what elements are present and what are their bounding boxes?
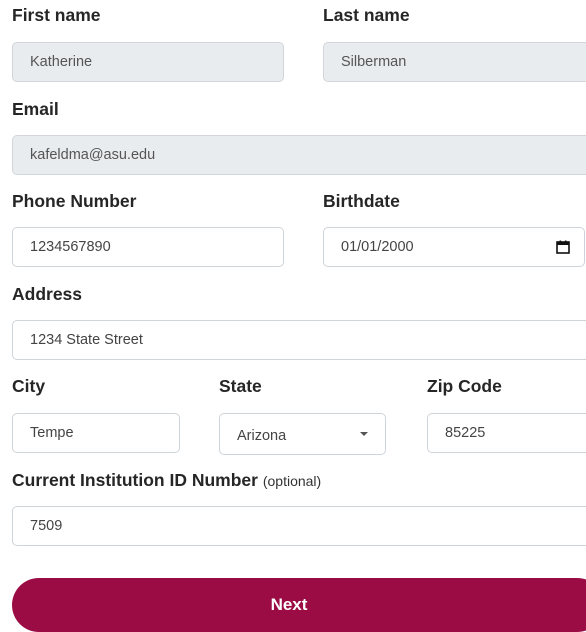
optional-note: (optional) bbox=[262, 473, 322, 489]
phone-field[interactable]: 1234567890 bbox=[12, 227, 284, 267]
first-name-value: Katherine bbox=[30, 54, 93, 70]
address-label: Address bbox=[12, 284, 83, 304]
email-field[interactable]: kafeldma@asu.edu bbox=[12, 135, 586, 175]
city-field[interactable]: Tempe bbox=[12, 413, 180, 453]
last-name-field[interactable]: Silberman bbox=[323, 42, 586, 82]
city-value: Tempe bbox=[30, 425, 74, 441]
zip-label: Zip Code bbox=[427, 376, 502, 396]
chevron-down-icon bbox=[360, 432, 368, 436]
next-button-label: Next bbox=[270, 595, 308, 614]
state-select[interactable]: Arizona bbox=[219, 413, 386, 455]
state-label: State bbox=[219, 376, 262, 396]
phone-label: Phone Number bbox=[12, 191, 137, 211]
email-value: kafeldma@asu.edu bbox=[30, 147, 156, 163]
birthdate-field[interactable]: 01/01/2000 bbox=[323, 227, 585, 267]
last-name-value: Silberman bbox=[341, 54, 407, 70]
last-name-label: Last name bbox=[323, 5, 410, 25]
institution-id-field[interactable]: 7509 bbox=[12, 506, 586, 546]
zip-value: 85225 bbox=[445, 425, 486, 441]
first-name-label: First name bbox=[12, 5, 101, 25]
zip-field[interactable]: 85225 bbox=[427, 413, 586, 453]
address-field[interactable]: 1234 State Street bbox=[12, 320, 586, 360]
birthdate-label: Birthdate bbox=[323, 191, 400, 211]
next-button[interactable]: Next bbox=[12, 578, 586, 632]
institution-id-value: 7509 bbox=[30, 518, 63, 534]
phone-value: 1234567890 bbox=[30, 239, 111, 255]
city-label: City bbox=[12, 376, 46, 396]
state-value: Arizona bbox=[237, 428, 287, 444]
institution-id-label-text: Current Institution ID Number bbox=[12, 470, 258, 490]
calendar-icon[interactable] bbox=[556, 240, 570, 254]
address-value: 1234 State Street bbox=[30, 332, 143, 348]
institution-id-label: Current Institution ID Number (optional) bbox=[12, 470, 321, 491]
birthdate-value: 01/01/2000 bbox=[341, 239, 414, 255]
email-label: Email bbox=[12, 99, 59, 119]
first-name-field[interactable]: Katherine bbox=[12, 42, 284, 82]
